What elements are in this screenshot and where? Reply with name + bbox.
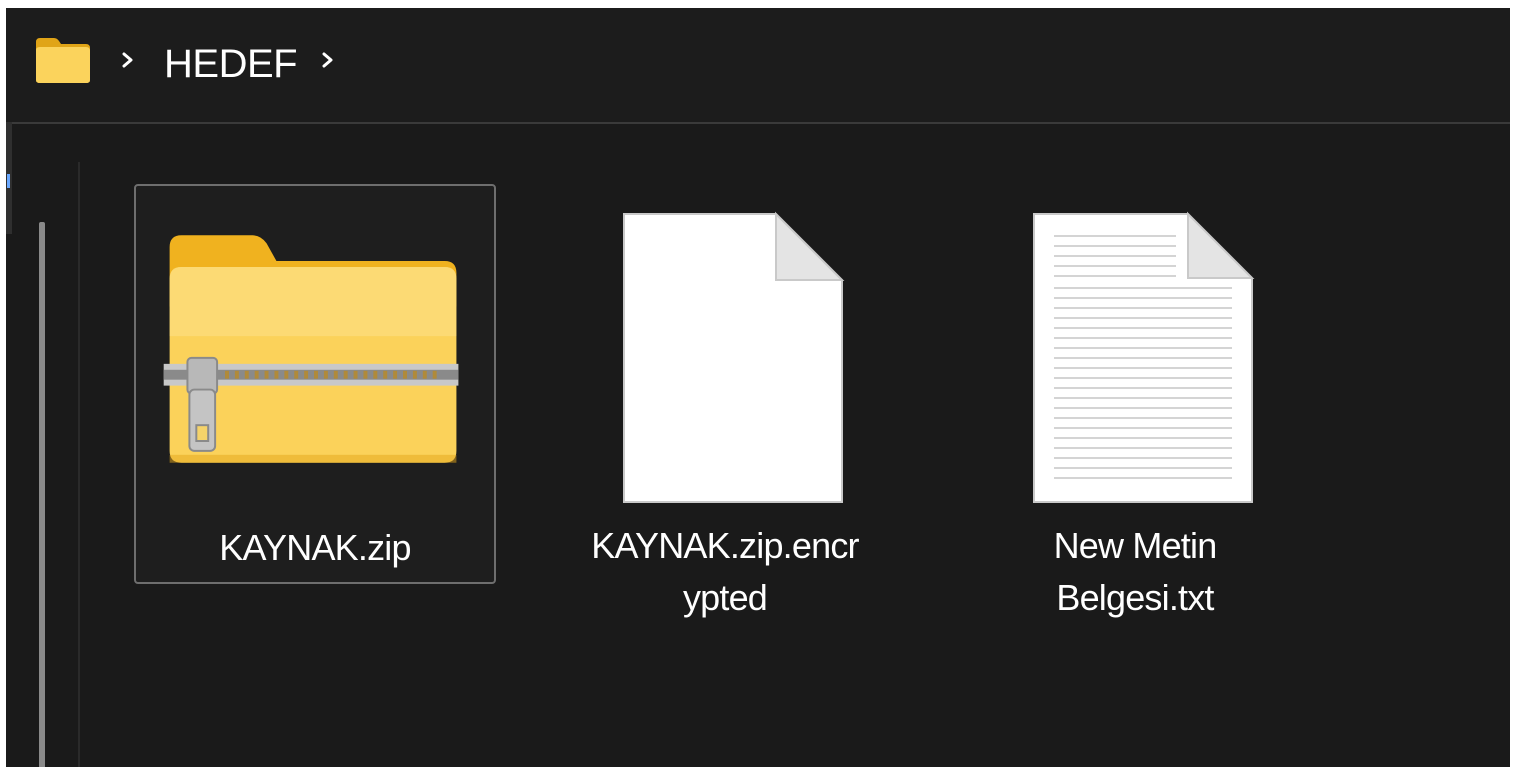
file-explorer-window: HEDEF KAYNAK.zip KAYNAK.zip.encr ypted N… (6, 8, 1510, 767)
file-list: KAYNAK.zip KAYNAK.zip.encr ypted New Met… (82, 124, 1510, 767)
file-name: KAYNAK.zip.encr ypted (591, 525, 859, 618)
file-name: KAYNAK.zip (219, 527, 411, 568)
blank-file-icon (623, 211, 845, 503)
file-name: New Metin Belgesi.txt (1053, 525, 1218, 618)
scrollbar[interactable] (39, 222, 45, 767)
text-file-icon (1033, 211, 1255, 503)
breadcrumb-item-hedef[interactable]: HEDEF (164, 42, 298, 86)
file-item-kaynak-zip-encrypted[interactable]: KAYNAK.zip.encr ypted (544, 184, 906, 618)
breadcrumb: HEDEF (6, 8, 1510, 124)
folder-icon[interactable] (34, 36, 92, 84)
navigation-pane (6, 162, 80, 767)
chevron-right-icon[interactable] (122, 51, 134, 69)
zip-folder-icon (163, 235, 459, 463)
file-item-new-metin-belgesi-txt[interactable]: New Metin Belgesi.txt (954, 184, 1316, 618)
file-item-kaynak-zip[interactable]: KAYNAK.zip (134, 184, 496, 584)
chevron-right-icon[interactable] (322, 51, 334, 69)
